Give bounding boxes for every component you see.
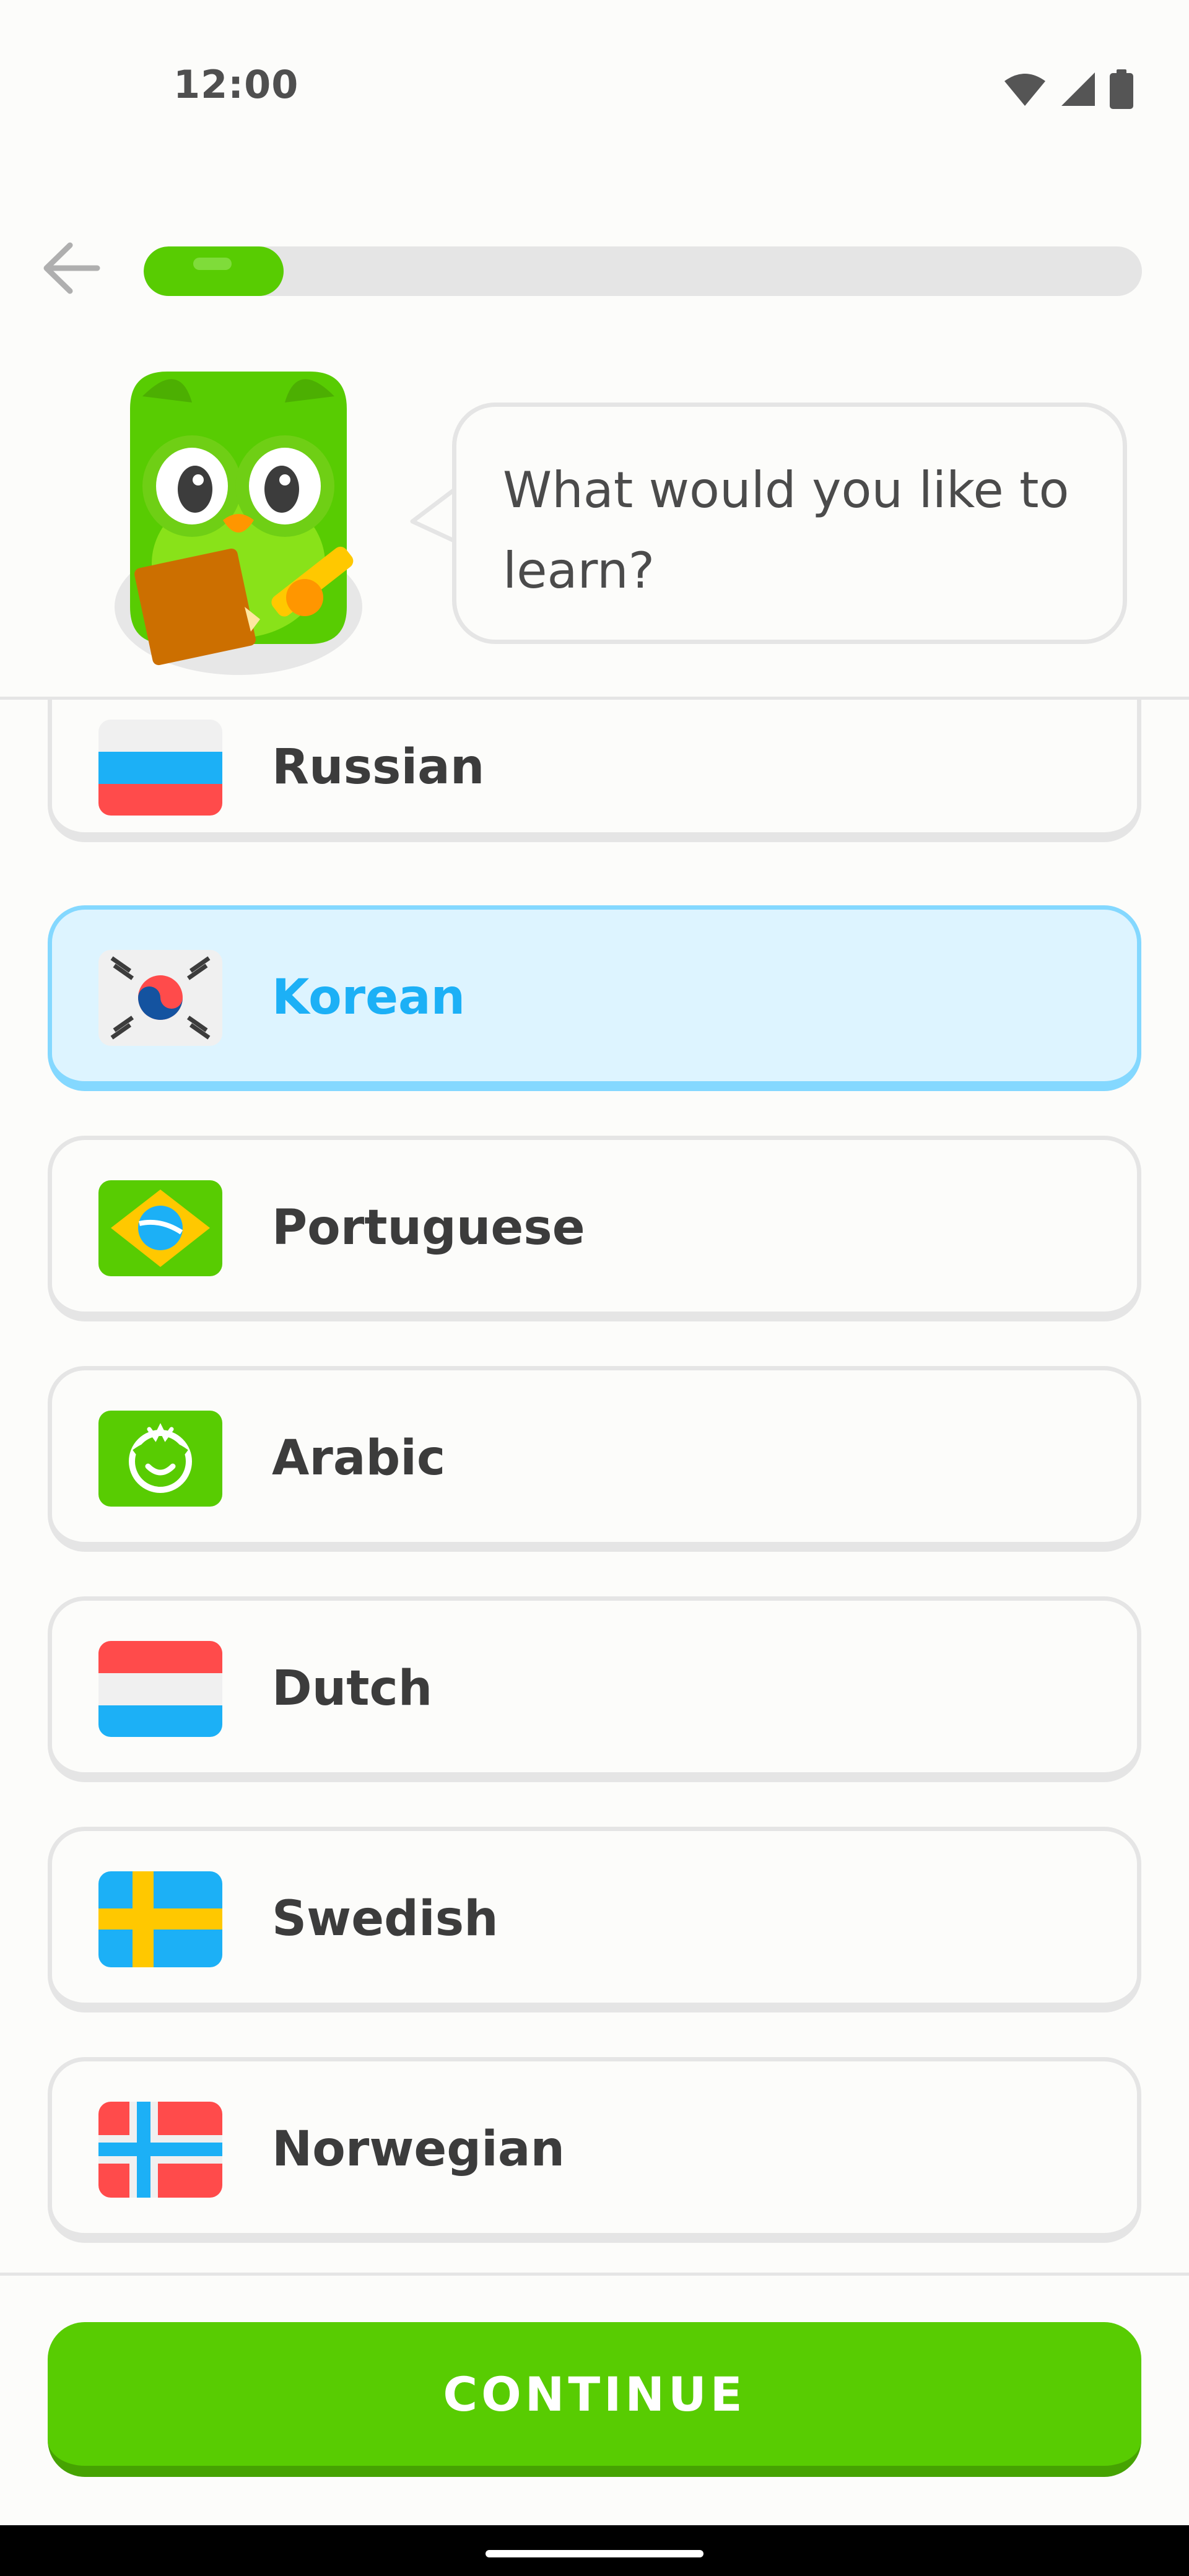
language-name: Portuguese (272, 1200, 585, 1256)
prompt-line-1: What would you like to (503, 461, 1069, 519)
brazil-flag-icon (98, 1180, 222, 1276)
footer-divider (0, 2273, 1189, 2276)
language-option-arabic[interactable]: Arabic (48, 1366, 1141, 1552)
language-name: Korean (272, 970, 466, 1025)
status-icons (1003, 69, 1133, 111)
language-option-swedish[interactable]: Swedish (48, 1827, 1141, 2012)
continue-button[interactable]: CONTINUE (48, 2322, 1141, 2477)
back-button[interactable] (37, 238, 105, 300)
progress-fill (144, 246, 284, 296)
language-option-dutch[interactable]: Dutch (48, 1596, 1141, 1782)
owl-mascot (105, 359, 372, 681)
language-option-russian[interactable]: Russian (48, 700, 1141, 842)
language-option-portuguese[interactable]: Portuguese (48, 1136, 1141, 1321)
language-name: Arabic (272, 1430, 446, 1486)
norway-flag-icon (98, 2102, 222, 2198)
prompt-line-2: learn? (503, 542, 655, 599)
status-bar: 12:00 (0, 0, 1189, 180)
continue-label: CONTINUE (443, 2366, 746, 2422)
signal-icon (1060, 71, 1096, 110)
battery-icon (1110, 69, 1133, 111)
netherlands-flag-icon (98, 1641, 222, 1737)
language-list[interactable]: Russian Korean Portuguese Arabic Dutch S… (0, 700, 1189, 2273)
home-indicator[interactable] (486, 2550, 703, 2557)
russia-flag-icon (98, 720, 222, 816)
speech-bubble: What would you like to learn? (452, 402, 1127, 644)
korea-flag-icon (98, 950, 222, 1046)
wifi-icon (1003, 71, 1047, 110)
status-time: 12:00 (173, 62, 299, 107)
language-select-screen: 12:00 What would you like to learn? Russ… (0, 0, 1189, 2576)
language-name: Norwegian (272, 2121, 565, 2177)
language-option-korean[interactable]: Korean (48, 905, 1141, 1091)
language-name: Russian (272, 739, 485, 795)
language-name: Dutch (272, 1661, 433, 1717)
arrow-left-icon (40, 240, 102, 298)
progress-shine (193, 258, 232, 270)
progress-bar (144, 246, 1142, 296)
sweden-flag-icon (98, 1871, 222, 1967)
language-option-norwegian[interactable]: Norwegian (48, 2057, 1141, 2243)
language-name: Swedish (272, 1891, 499, 1947)
arabic-flag-icon (98, 1411, 222, 1507)
